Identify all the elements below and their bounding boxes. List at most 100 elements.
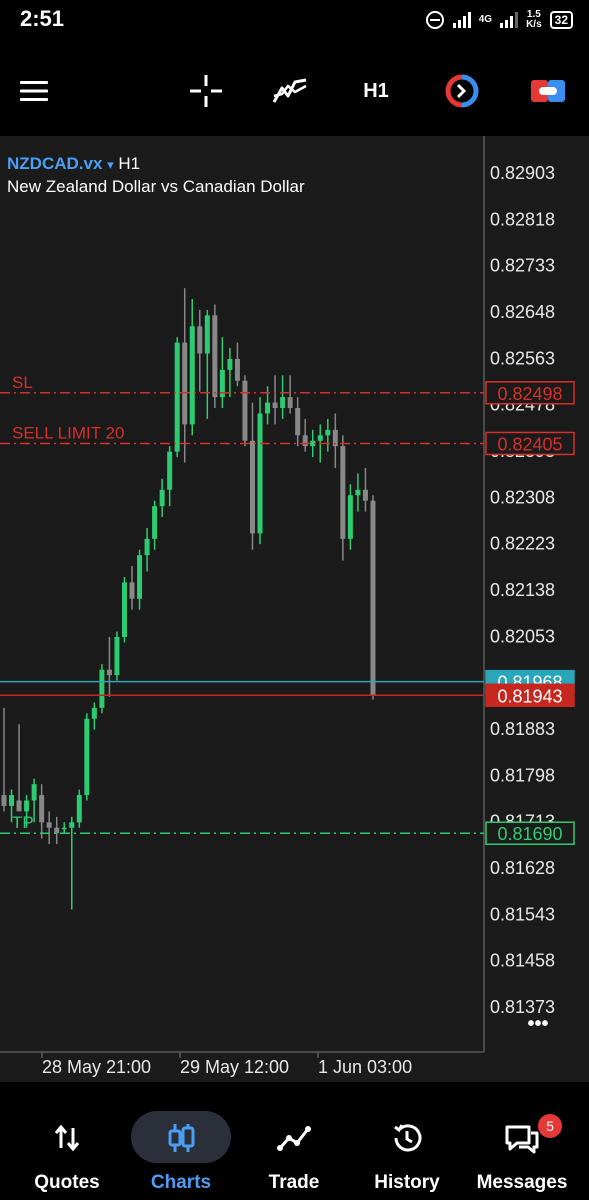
y-tick-label: 0.82818 <box>490 209 555 229</box>
chart-toolbar: H1 <box>0 58 589 124</box>
battery-icon: 32 <box>549 11 573 29</box>
nav-label-quotes: Quotes <box>34 1172 100 1193</box>
y-tick-label: 0.82308 <box>490 487 555 507</box>
hamburger-menu-icon <box>20 81 48 101</box>
indicators-icon <box>272 78 307 103</box>
trade-button[interactable] <box>526 68 570 114</box>
candle-body[interactable] <box>39 795 45 823</box>
crosshair-icon <box>190 75 222 107</box>
y-tick-label: 0.81543 <box>490 904 555 924</box>
price-tag-text-TP: 0.81690 <box>497 824 562 844</box>
candle-body[interactable] <box>9 795 15 806</box>
x-tick-label: 1 Jun 03:00 <box>318 1057 412 1077</box>
candle-body[interactable] <box>287 397 293 409</box>
candle-body[interactable] <box>189 326 195 425</box>
candle-body[interactable] <box>347 495 353 539</box>
candle-body[interactable] <box>174 342 180 452</box>
nav-trade[interactable]: Trade <box>235 1082 353 1200</box>
nav-charts[interactable]: Charts <box>122 1082 240 1200</box>
candle-body[interactable] <box>227 358 233 370</box>
candle-body[interactable] <box>272 402 278 409</box>
messages-badge: 5 <box>538 1114 562 1138</box>
candle-body[interactable] <box>212 315 218 398</box>
candle-body[interactable] <box>197 326 203 354</box>
candle-body[interactable] <box>91 707 97 719</box>
candle-body[interactable] <box>265 402 271 414</box>
price-tag-text-bid: 0.81943 <box>497 686 562 706</box>
candle-body[interactable] <box>16 800 22 812</box>
indicators-button[interactable] <box>268 68 312 114</box>
candle-body[interactable] <box>121 582 127 637</box>
candle-body[interactable] <box>76 795 82 823</box>
candle-body[interactable] <box>69 822 75 828</box>
y-tick-label: 0.81628 <box>490 858 555 878</box>
candle-body[interactable] <box>317 435 323 441</box>
candle-body[interactable] <box>362 489 368 501</box>
candle-body[interactable] <box>234 358 240 381</box>
price-tag-text-SL: 0.82498 <box>497 384 562 404</box>
candle-body[interactable] <box>106 669 112 676</box>
objects-circle-icon <box>445 74 479 108</box>
nav-messages[interactable]: 5 Messages <box>463 1082 581 1200</box>
candle-body[interactable] <box>99 669 105 708</box>
nav-quotes[interactable]: Quotes <box>8 1082 126 1200</box>
timeframe-button[interactable]: H1 <box>352 68 400 114</box>
crosshair-button[interactable] <box>184 68 228 114</box>
trend-line-icon <box>277 1126 311 1151</box>
candle-body[interactable] <box>114 636 120 676</box>
candle-body[interactable] <box>280 397 286 409</box>
objects-button[interactable] <box>440 68 484 114</box>
level-label-sell-limit: SELL LIMIT 20 <box>12 423 124 442</box>
y-tick-label: 0.82138 <box>490 580 555 600</box>
timeframe-label: H1 <box>363 79 389 102</box>
candlestick-chart[interactable]: 0.82903 0.82818 0.82733 0.82648 0.82563 0.824… <box>0 136 589 1082</box>
x-tick-label: 29 May 12:00 <box>180 1057 289 1077</box>
candle-body[interactable] <box>84 718 90 796</box>
candle-body[interactable] <box>242 380 248 441</box>
up-down-arrows-icon <box>54 1124 80 1152</box>
y-tick-label: 0.82648 <box>490 302 555 322</box>
candle-body[interactable] <box>249 440 255 534</box>
signal-bars-icon <box>452 12 471 28</box>
candle-body[interactable] <box>152 506 158 539</box>
candle-body[interactable] <box>370 500 376 696</box>
candle-body[interactable] <box>31 784 37 801</box>
candle-body[interactable] <box>46 822 52 828</box>
nav-label-trade: Trade <box>268 1172 320 1193</box>
menu-button[interactable] <box>14 68 54 114</box>
candle-body[interactable] <box>54 827 60 834</box>
status-bar: 2:51 4G 1.5 K/s 32 <box>0 0 589 40</box>
candle-body[interactable] <box>129 582 135 599</box>
y-tick-label: 0.81458 <box>490 951 555 971</box>
candle-body[interactable] <box>340 446 346 539</box>
candle-body[interactable] <box>1 795 7 806</box>
candle-body[interactable] <box>61 827 67 830</box>
network-speed: 1.5 K/s <box>526 9 542 30</box>
candle-body[interactable] <box>24 800 30 812</box>
y-tick-label: 0.81883 <box>490 719 555 739</box>
do-not-disturb-icon <box>425 11 444 29</box>
candle-body[interactable] <box>302 435 308 447</box>
history-clock-icon <box>394 1124 422 1152</box>
y-tick-label: 0.82223 <box>490 534 555 554</box>
y-tick-label: 0.82903 <box>490 163 555 183</box>
level-label-TP: TP <box>12 813 34 832</box>
chart-more-menu-icon[interactable]: ••• <box>527 1013 548 1035</box>
candle-body[interactable] <box>144 538 150 556</box>
candle-body[interactable] <box>325 429 331 436</box>
candle-body[interactable] <box>257 413 263 534</box>
candle-body[interactable] <box>167 451 173 490</box>
signal-bars-icon-2 <box>500 12 519 28</box>
chart-area[interactable]: NZDCAD.vx ▾ H1 New Zealand Dollar vs Can… <box>0 136 589 1082</box>
candle-body[interactable] <box>182 342 188 425</box>
candle-body[interactable] <box>159 489 165 507</box>
y-tick-label: 0.82563 <box>490 348 555 368</box>
candle-body[interactable] <box>355 489 361 496</box>
candle-body[interactable] <box>295 408 301 436</box>
nav-history[interactable]: History <box>348 1082 466 1200</box>
chat-bubbles-icon <box>505 1125 539 1154</box>
candle-body[interactable] <box>204 315 210 354</box>
candle-body[interactable] <box>137 555 143 599</box>
status-icons: 4G 1.5 K/s 32 <box>425 8 573 32</box>
bottom-navigation: Quotes Charts Trade History 5 Messages <box>0 1082 589 1200</box>
